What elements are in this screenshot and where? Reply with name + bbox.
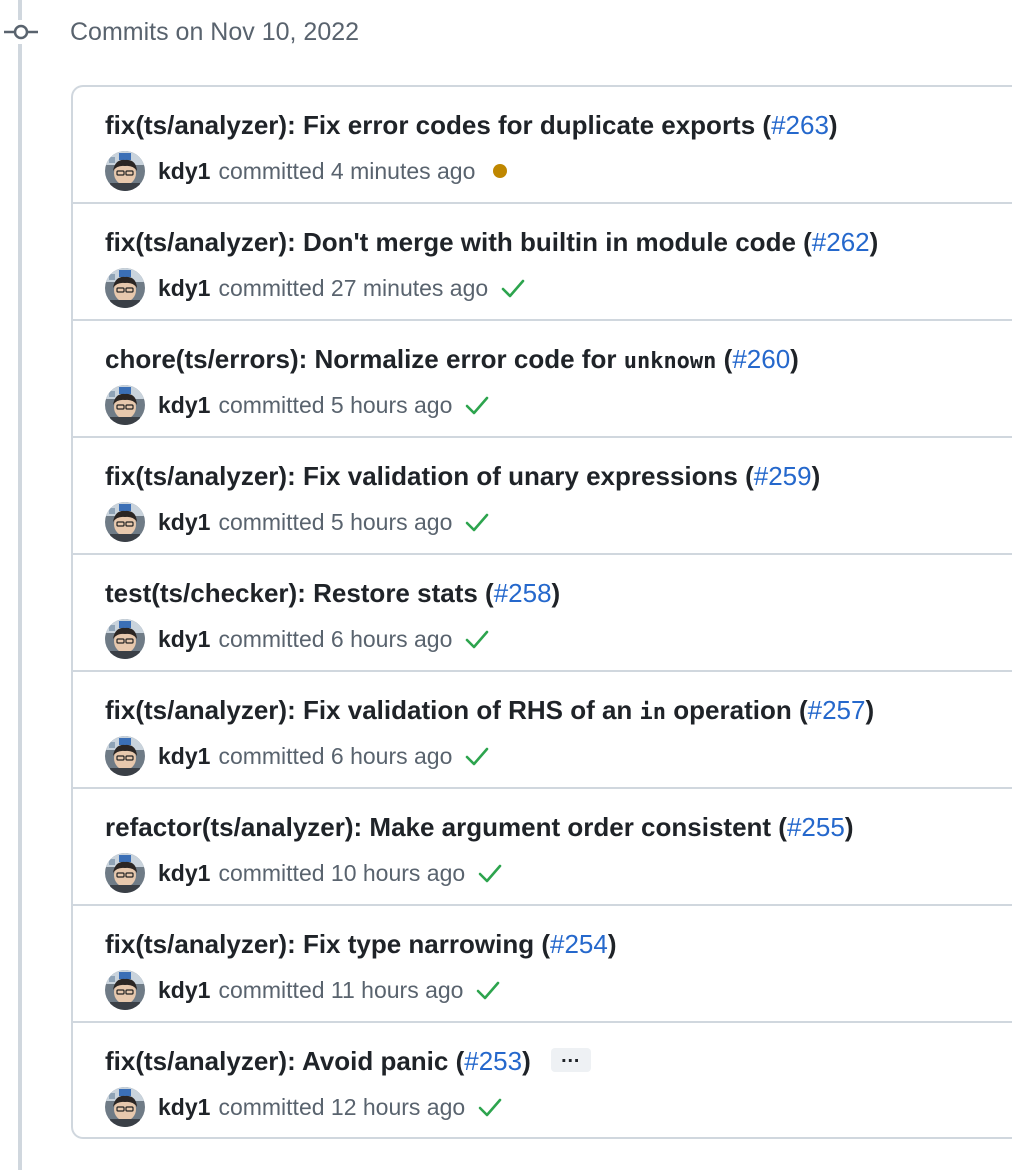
commits-page: Commits on Nov 10, 2022 fix(ts/analyzer)… <box>0 0 1012 1170</box>
avatar[interactable] <box>105 736 145 776</box>
commit-row: fix(ts/analyzer): Fix error codes for du… <box>73 87 1012 204</box>
avatar[interactable] <box>105 151 145 191</box>
timeline-line <box>18 44 22 1170</box>
commit-meta: kdy1 committed 27 minutes ago <box>105 268 526 308</box>
author-link[interactable]: kdy1 <box>158 275 210 302</box>
commit-message-link[interactable]: test(ts/checker): Restore stats <box>105 578 478 608</box>
commit-meta: kdy1 committed 10 hours ago <box>105 853 503 893</box>
commit-group-header: Commits on Nov 10, 2022 <box>70 18 360 46</box>
commit-title: fix(ts/analyzer): Fix error codes for du… <box>105 110 838 140</box>
pull-request-link[interactable]: #260 <box>732 344 790 374</box>
avatar[interactable] <box>105 1087 145 1127</box>
check-icon[interactable] <box>500 275 526 301</box>
author-link[interactable]: kdy1 <box>158 977 210 1004</box>
commit-row: fix(ts/analyzer): Fix validation of unar… <box>73 438 1012 555</box>
commit-title: refactor(ts/analyzer): Make argument ord… <box>105 812 854 842</box>
git-commit-icon <box>4 24 38 40</box>
author-link[interactable]: kdy1 <box>158 743 210 770</box>
inline-code: in <box>639 700 667 725</box>
check-icon[interactable] <box>477 1094 503 1120</box>
commit-message-link[interactable]: fix(ts/analyzer): Don't merge with built… <box>105 227 796 257</box>
author-link[interactable]: kdy1 <box>158 392 210 419</box>
pull-request-link[interactable]: #263 <box>771 110 829 140</box>
check-icon[interactable] <box>464 509 490 535</box>
commit-message-link[interactable]: chore(ts/errors): Normalize error code f… <box>105 344 616 374</box>
author-link[interactable]: kdy1 <box>158 1094 210 1121</box>
avatar[interactable] <box>105 970 145 1010</box>
commit-row: test(ts/checker): Restore stats (#258) kd… <box>73 555 1012 672</box>
pull-request-link[interactable]: #255 <box>787 812 845 842</box>
commit-time: committed 27 minutes ago <box>218 274 489 301</box>
commit-message-link[interactable]: operation <box>673 695 791 725</box>
commit-time: committed 5 hours ago <box>218 508 453 535</box>
pull-request-link[interactable]: #262 <box>812 227 870 257</box>
author-link[interactable]: kdy1 <box>158 860 210 887</box>
check-icon[interactable] <box>464 626 490 652</box>
avatar[interactable] <box>105 502 145 542</box>
commit-title: test(ts/checker): Restore stats (#258) <box>105 578 561 608</box>
commit-time: committed 5 hours ago <box>218 391 453 418</box>
avatar[interactable] <box>105 619 145 659</box>
commit-message-link[interactable]: fix(ts/analyzer): Fix type narrowing <box>105 929 534 959</box>
commit-list: fix(ts/analyzer): Fix error codes for du… <box>71 85 1012 1139</box>
commit-meta: kdy1 committed 5 hours ago <box>105 502 490 542</box>
commit-row: fix(ts/analyzer): Avoid panic (#253)… kdy… <box>73 1023 1012 1137</box>
commit-title: chore(ts/errors): Normalize error code f… <box>105 344 799 374</box>
commit-time: committed 11 hours ago <box>218 976 464 1003</box>
expand-message-button[interactable]: … <box>550 1046 591 1073</box>
pull-request-link[interactable]: #254 <box>550 929 608 959</box>
commit-title: fix(ts/analyzer): Fix type narrowing (#2… <box>105 929 617 959</box>
commit-time: committed 10 hours ago <box>218 859 466 886</box>
commit-meta: kdy1 committed 4 minutes ago <box>105 151 508 191</box>
check-icon[interactable] <box>475 977 501 1003</box>
avatar[interactable] <box>105 853 145 893</box>
commit-meta: kdy1 committed 12 hours ago <box>105 1087 503 1127</box>
check-icon[interactable] <box>477 860 503 886</box>
pull-request-link[interactable]: #258 <box>494 578 552 608</box>
timeline-line-top <box>18 0 22 20</box>
avatar[interactable] <box>105 385 145 425</box>
inline-code: unknown <box>623 349 717 374</box>
pending-status-icon[interactable] <box>493 164 508 178</box>
commit-row: chore(ts/errors): Normalize error code f… <box>73 321 1012 438</box>
check-icon[interactable] <box>464 743 490 769</box>
pull-request-link[interactable]: #253 <box>464 1046 522 1076</box>
author-link[interactable]: kdy1 <box>158 158 210 185</box>
commit-row: refactor(ts/analyzer): Make argument ord… <box>73 789 1012 906</box>
commit-meta: kdy1 committed 6 hours ago <box>105 619 490 659</box>
commit-time: committed 6 hours ago <box>218 742 453 769</box>
check-icon[interactable] <box>464 392 490 418</box>
commit-meta: kdy1 committed 5 hours ago <box>105 385 490 425</box>
commit-time: committed 12 hours ago <box>218 1093 466 1120</box>
commit-message-link[interactable]: refactor(ts/analyzer): Make argument ord… <box>105 812 771 842</box>
commit-message-link[interactable]: fix(ts/analyzer): Fix error codes for du… <box>105 110 755 140</box>
author-link[interactable]: kdy1 <box>158 509 210 536</box>
author-link[interactable]: kdy1 <box>158 626 210 653</box>
commit-message-link[interactable]: fix(ts/analyzer): Fix validation of RHS … <box>105 695 632 725</box>
pull-request-link[interactable]: #259 <box>754 461 812 491</box>
commit-message-link[interactable]: fix(ts/analyzer): Avoid panic <box>105 1046 448 1076</box>
commit-meta: kdy1 committed 11 hours ago <box>105 970 501 1010</box>
pull-request-link[interactable]: #257 <box>808 695 866 725</box>
commit-title: fix(ts/analyzer): Don't merge with built… <box>105 227 879 257</box>
commit-message-link[interactable]: fix(ts/analyzer): Fix validation of unar… <box>105 461 738 491</box>
commit-time: committed 4 minutes ago <box>218 157 476 184</box>
commit-meta: kdy1 committed 6 hours ago <box>105 736 490 776</box>
commit-title: fix(ts/analyzer): Fix validation of unar… <box>105 461 821 491</box>
commit-title: fix(ts/analyzer): Avoid panic (#253)… <box>105 1043 591 1079</box>
commit-time: committed 6 hours ago <box>218 625 453 652</box>
commit-title: fix(ts/analyzer): Fix validation of RHS … <box>105 695 875 725</box>
commit-row: fix(ts/analyzer): Don't merge with built… <box>73 204 1012 321</box>
avatar[interactable] <box>105 268 145 308</box>
commit-row: fix(ts/analyzer): Fix validation of RHS … <box>73 672 1012 789</box>
commit-row: fix(ts/analyzer): Fix type narrowing (#2… <box>73 906 1012 1023</box>
